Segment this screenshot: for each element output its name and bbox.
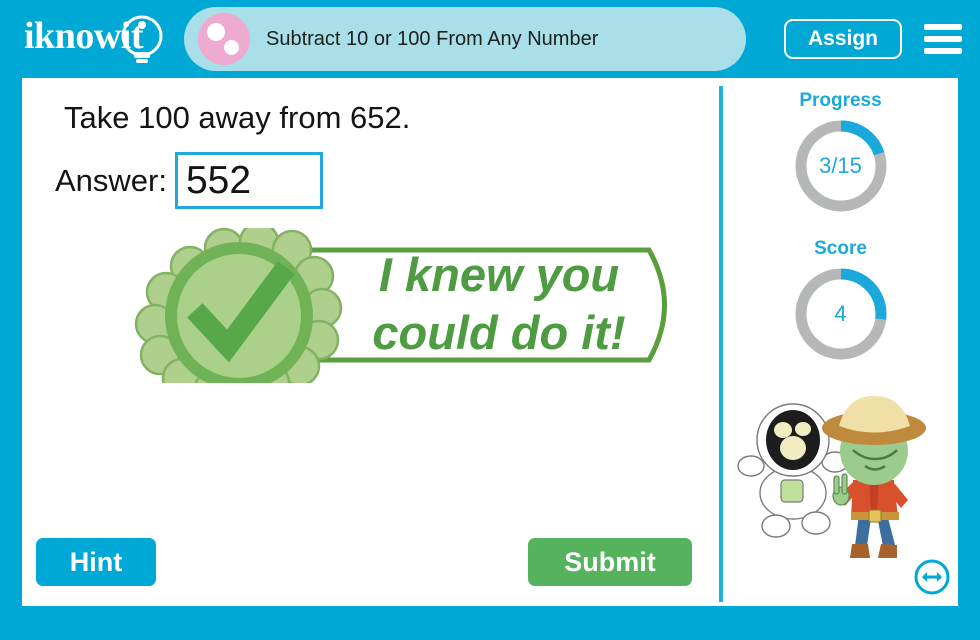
pink-dots-icon — [198, 13, 250, 65]
lesson-title-pill: Subtract 10 or 100 From Any Number — [184, 7, 746, 71]
question-text: Take 100 away from 652. — [64, 100, 411, 135]
astronaut-and-cowboy-alien-icon — [737, 396, 926, 558]
app-header: iknowit Subtract 10 or 100 From Any Numb… — [0, 0, 980, 78]
score-donut: 4 — [791, 264, 891, 364]
feedback-message: I knew you could do it! — [372, 248, 626, 359]
status-panel: Progress 3/15 Score 4 — [723, 78, 958, 606]
hamburger-menu-icon[interactable] — [924, 24, 962, 54]
question-panel: Take 100 away from 652. Answer: 552 I kn… — [22, 78, 719, 606]
app-root: iknowit Subtract 10 or 100 From Any Numb… — [0, 0, 980, 640]
lesson-card: Take 100 away from 652. Answer: 552 I kn… — [22, 78, 958, 606]
progress-value: 3/15 — [819, 153, 862, 178]
horizontal-resize-arrow-icon[interactable] — [913, 558, 951, 596]
assign-button[interactable]: Assign — [783, 19, 902, 59]
dot-small — [224, 40, 239, 55]
answer-label: Answer: — [55, 162, 167, 198]
lightbulb-icon — [121, 15, 163, 63]
score-value: 4 — [834, 301, 847, 326]
score-gauge: Score 4 — [723, 238, 958, 364]
progress-label: Progress — [799, 90, 882, 111]
submit-button[interactable]: Submit — [528, 538, 692, 586]
menu-bar — [924, 24, 962, 30]
dot-large — [207, 23, 225, 41]
lesson-title: Subtract 10 or 100 From Any Number — [266, 27, 599, 50]
answer-input[interactable] — [174, 152, 323, 209]
score-label: Score — [814, 238, 867, 259]
progress-gauge: Progress 3/15 — [723, 90, 958, 216]
hint-button[interactable]: Hint — [36, 538, 156, 586]
progress-donut: 3/15 — [791, 116, 891, 216]
feedback-banner: I knew you could do it! — [124, 228, 694, 383]
answer-row: Answer: — [55, 152, 323, 209]
menu-bar — [924, 48, 962, 54]
brand-logo[interactable]: iknowit — [18, 8, 176, 70]
header-actions: Assign — [783, 19, 962, 59]
menu-bar — [924, 36, 962, 42]
